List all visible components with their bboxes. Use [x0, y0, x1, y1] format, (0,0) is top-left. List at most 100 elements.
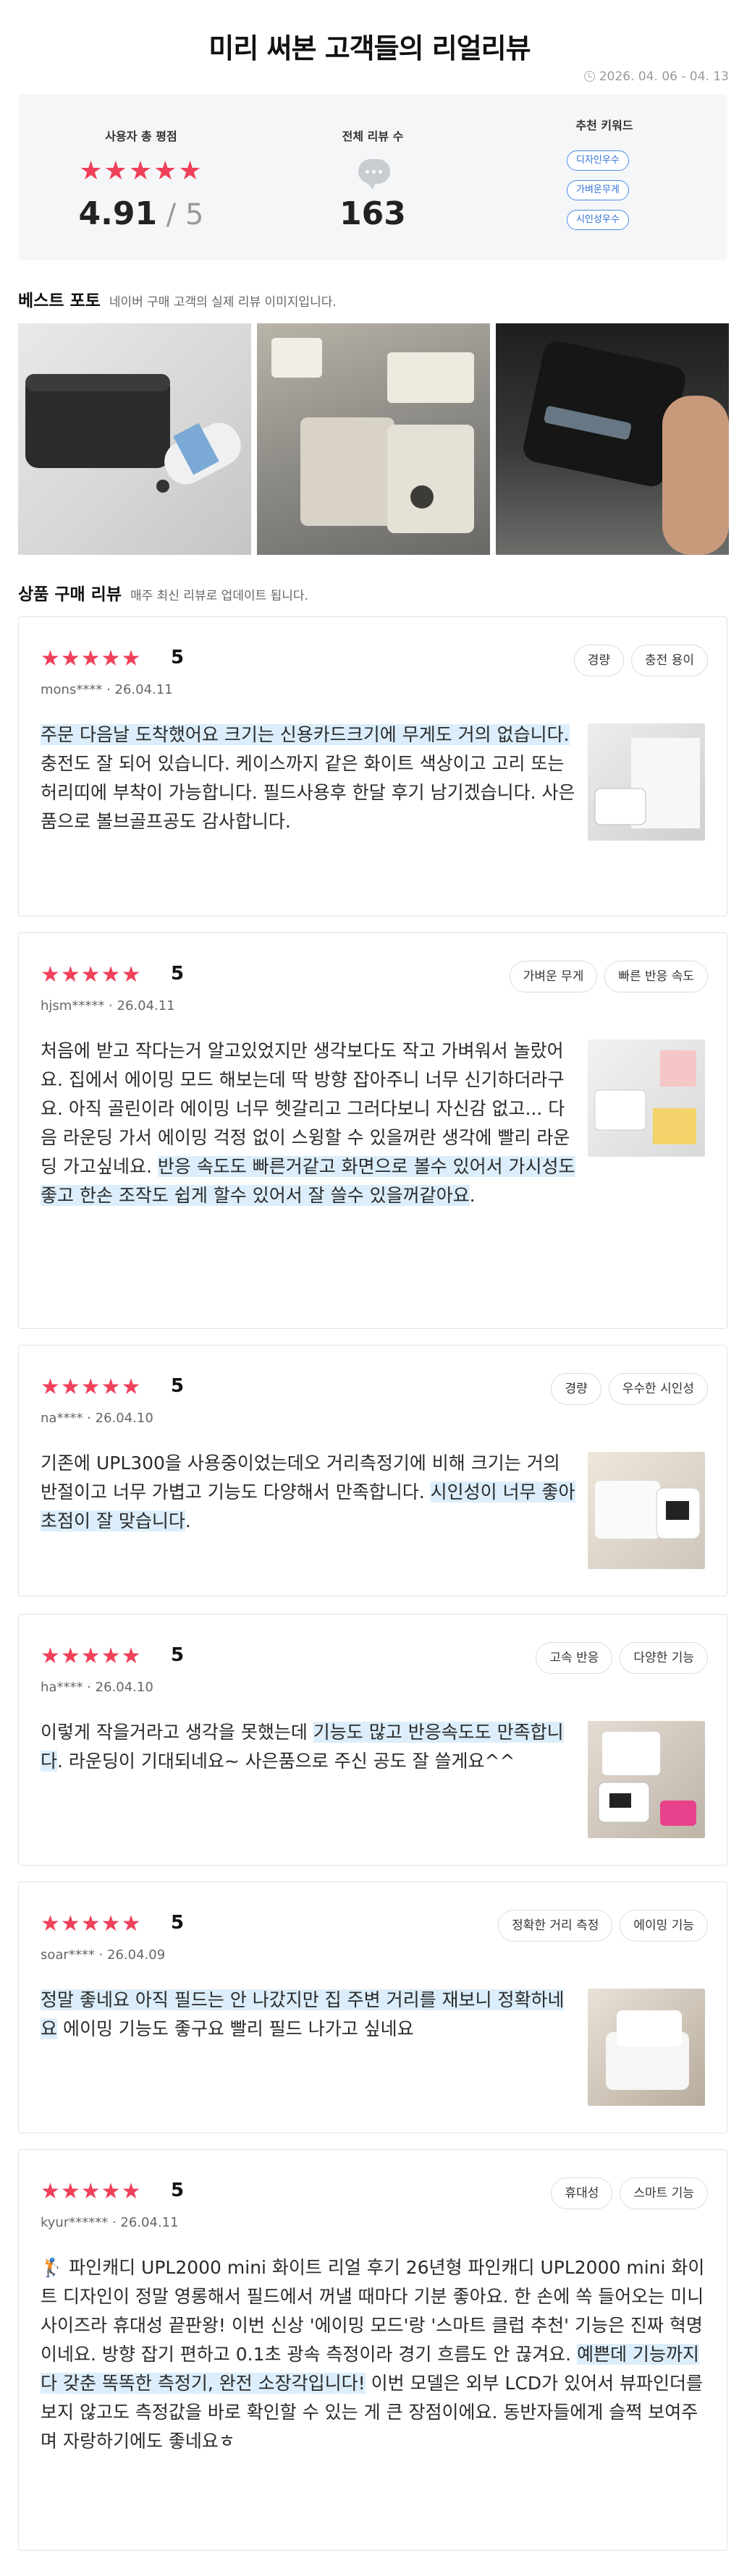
- review-tag: 에이밍 기능: [620, 1910, 708, 1942]
- review-score: 5: [171, 963, 185, 985]
- reviewer-id: hjsm*****: [41, 998, 105, 1013]
- review-tag: 우수한 시인성: [608, 1373, 708, 1405]
- review-date: 26.04.11: [120, 2215, 179, 2230]
- review-score: 5: [171, 647, 185, 668]
- review-card: ★★★★★ 5 na**** · 26.04.10 경량 우수한 시인성 기존에…: [18, 1345, 727, 1597]
- review-count: 전체 리뷰 수 163: [264, 94, 481, 260]
- reviewer-id: na****: [41, 1411, 83, 1426]
- review-card: ★★★★★ 5 kyur****** · 26.04.11 휴대성 스마트 기능…: [18, 2149, 727, 2551]
- review-count-value: 163: [339, 195, 406, 232]
- star-rating-icon: ★★★★★: [41, 646, 142, 671]
- period-text: 2026. 04. 06 - 04. 13: [599, 69, 729, 84]
- review-tags: 경량 우수한 시인성: [551, 1373, 708, 1405]
- review-count-label: 전체 리뷰 수: [342, 129, 404, 143]
- keywords-label: 추천 키워드: [575, 119, 633, 132]
- review-tags: 고속 반응 다양한 기능: [536, 1642, 708, 1674]
- best-photo-2[interactable]: [257, 323, 490, 555]
- page-title: 미리 써본 고객들의 리얼리뷰: [208, 33, 531, 64]
- reviews-heading: 상품 구매 리뷰 매주 최신 리뷰로 업데이트 됩니다.: [18, 580, 308, 605]
- star-rating-icon: ★★★★★: [41, 962, 142, 987]
- review-photo-thumbnail[interactable]: [588, 1452, 705, 1569]
- average-rating-label: 사용자 총 평점: [105, 129, 177, 143]
- best-photo-1[interactable]: [18, 323, 251, 555]
- review-meta: soar**** · 26.04.09: [41, 1947, 166, 1963]
- review-tags: 휴대성 스마트 기능: [551, 2177, 708, 2209]
- review-meta: kyur****** · 26.04.11: [41, 2215, 179, 2230]
- reviewer-id: kyur******: [41, 2215, 109, 2230]
- review-tag: 경량: [551, 1373, 601, 1405]
- review-meta: hjsm***** · 26.04.11: [41, 998, 175, 1013]
- review-meta: na**** · 26.04.10: [41, 1411, 153, 1426]
- manual-photo: [594, 738, 700, 828]
- best-photo-title: 베스트 포토: [18, 292, 101, 310]
- review-tag: 다양한 기능: [620, 1642, 708, 1674]
- review-text-part: 이렇게 작을거라고 생각을 못했는데: [41, 1722, 313, 1743]
- clock-icon: [583, 71, 595, 82]
- review-photo-thumbnail[interactable]: [588, 723, 705, 841]
- reviewer-id: soar****: [41, 1947, 95, 1963]
- reviews-subtitle: 매주 최신 리뷰로 업데이트 됩니다.: [130, 589, 308, 603]
- review-score: 5: [171, 1375, 185, 1397]
- best-photo-3[interactable]: [496, 323, 729, 555]
- review-score: 5: [171, 2180, 185, 2201]
- review-text-part: 에이밍 기능도 좋구요 빨리 필드 나가고 싶네요: [57, 2018, 414, 2039]
- keyword-badge: 가벼운무게: [567, 180, 629, 200]
- review-tag: 경량: [573, 645, 625, 676]
- review-date: 26.04.10: [95, 1680, 153, 1695]
- unboxing-photo: [271, 338, 474, 533]
- star-rating-icon: ★★★★★: [41, 1374, 142, 1400]
- review-date: 26.04.10: [95, 1411, 153, 1426]
- review-card: ★★★★★ 5 mons**** · 26.04.11 경량 충전 용이 주문 …: [18, 616, 727, 917]
- speech-bubble-icon: [358, 159, 390, 190]
- review-text-part: .: [469, 1185, 476, 1206]
- review-text: 주문 다음날 도착했어요 크기는 신용카드크기에 무게도 거의 없습니다. 충전…: [41, 720, 580, 836]
- recommended-keywords: 추천 키워드 디자인우수 가벼운무게 시인성우수: [481, 94, 727, 260]
- review-card: ★★★★★ 5 ha**** · 26.04.10 고속 반응 다양한 기능 이…: [18, 1614, 727, 1866]
- review-score: 5: [171, 1912, 185, 1934]
- best-photo-subtitle: 네이버 구매 고객의 실제 리뷰 이미지입니다.: [109, 295, 337, 310]
- review-text: 처음에 받고 작다는거 알고있었지만 생각보다도 작고 가벼워서 놀랐어요. 집…: [41, 1037, 580, 1210]
- review-text-part: . 라운딩이 기대되네요~ 사은품으로 주신 공도 잘 쓸게요^^: [57, 1751, 515, 1772]
- reviewer-id: mons****: [41, 682, 103, 697]
- hand-held-photo: [523, 341, 729, 555]
- package-photo: [594, 1050, 696, 1144]
- highlighted-text: 주문 다음날 도착했어요 크기는 신용카드크기에 무게도 거의 없습니다.: [41, 724, 570, 745]
- holder-photo: [606, 2010, 689, 2090]
- review-period: 2026. 04. 06 - 04. 13: [583, 69, 729, 84]
- review-tag: 휴대성: [551, 2177, 613, 2209]
- review-photo-thumbnail[interactable]: [588, 1989, 705, 2106]
- review-card: ★★★★★ 5 hjsm***** · 26.04.11 가벼운 무게 빠른 반…: [18, 932, 727, 1329]
- star-rating-icon: ★★★★★: [41, 1911, 142, 1937]
- review-date: 26.04.11: [117, 998, 175, 1013]
- rangefinder-photo: [25, 374, 241, 493]
- review-meta: ha**** · 26.04.10: [41, 1680, 153, 1695]
- review-photo-thumbnail[interactable]: [588, 1721, 705, 1838]
- review-page: 미리 써본 고객들의 리얼리뷰 2026. 04. 06 - 04. 13 사용…: [0, 0, 739, 2576]
- review-tag: 스마트 기능: [620, 2177, 708, 2209]
- review-card: ★★★★★ 5 soar**** · 26.04.09 정확한 거리 측정 에이…: [18, 1882, 727, 2133]
- review-text-part: 충전도 잘 되어 있습니다. 케이스까지 같은 화이트 색상이고 고리 또는 허…: [41, 753, 575, 832]
- review-tag: 정확한 거리 측정: [498, 1910, 613, 1942]
- best-photo-heading: 베스트 포토 네이버 구매 고객의 실제 리뷰 이미지입니다.: [18, 286, 337, 311]
- review-tag: 고속 반응: [536, 1642, 613, 1674]
- average-rating-value: 4.91 / 5: [18, 195, 264, 232]
- review-meta: mons**** · 26.04.11: [41, 682, 173, 697]
- review-tag: 가벼운 무게: [509, 961, 598, 992]
- star-rating-icon: ★★★★★: [41, 2179, 142, 2204]
- review-text: 기존에 UPL300을 사용중이었는데오 거리측정기에 비해 크기는 거의 반절…: [41, 1449, 580, 1536]
- avg-max: / 5: [157, 198, 204, 231]
- review-text-part: .: [185, 1510, 191, 1531]
- avg-max-value: 5: [185, 198, 204, 231]
- review-photo-thumbnail[interactable]: [588, 1040, 705, 1157]
- average-rating: 사용자 총 평점 ★★★★★ 4.91 / 5: [18, 94, 264, 260]
- review-tags: 경량 충전 용이: [573, 645, 708, 676]
- reviews-title: 상품 구매 리뷰: [18, 585, 122, 604]
- review-text: 🏌️ 파인캐디 UPL2000 mini 화이트 리얼 후기 26년형 파인캐디…: [41, 2253, 706, 2456]
- review-tags: 가벼운 무게 빠른 반응 속도: [509, 961, 708, 992]
- review-tags: 정확한 거리 측정 에이밍 기능: [498, 1910, 708, 1942]
- review-text: 정말 좋네요 아직 필드는 안 나갔지만 집 주변 거리를 재보니 정확하네요 …: [41, 1986, 580, 2044]
- device-photo: [595, 1481, 701, 1539]
- keyword-badge: 디자인우수: [567, 150, 629, 171]
- review-score: 5: [171, 1644, 185, 1666]
- review-date: 26.04.11: [114, 682, 173, 697]
